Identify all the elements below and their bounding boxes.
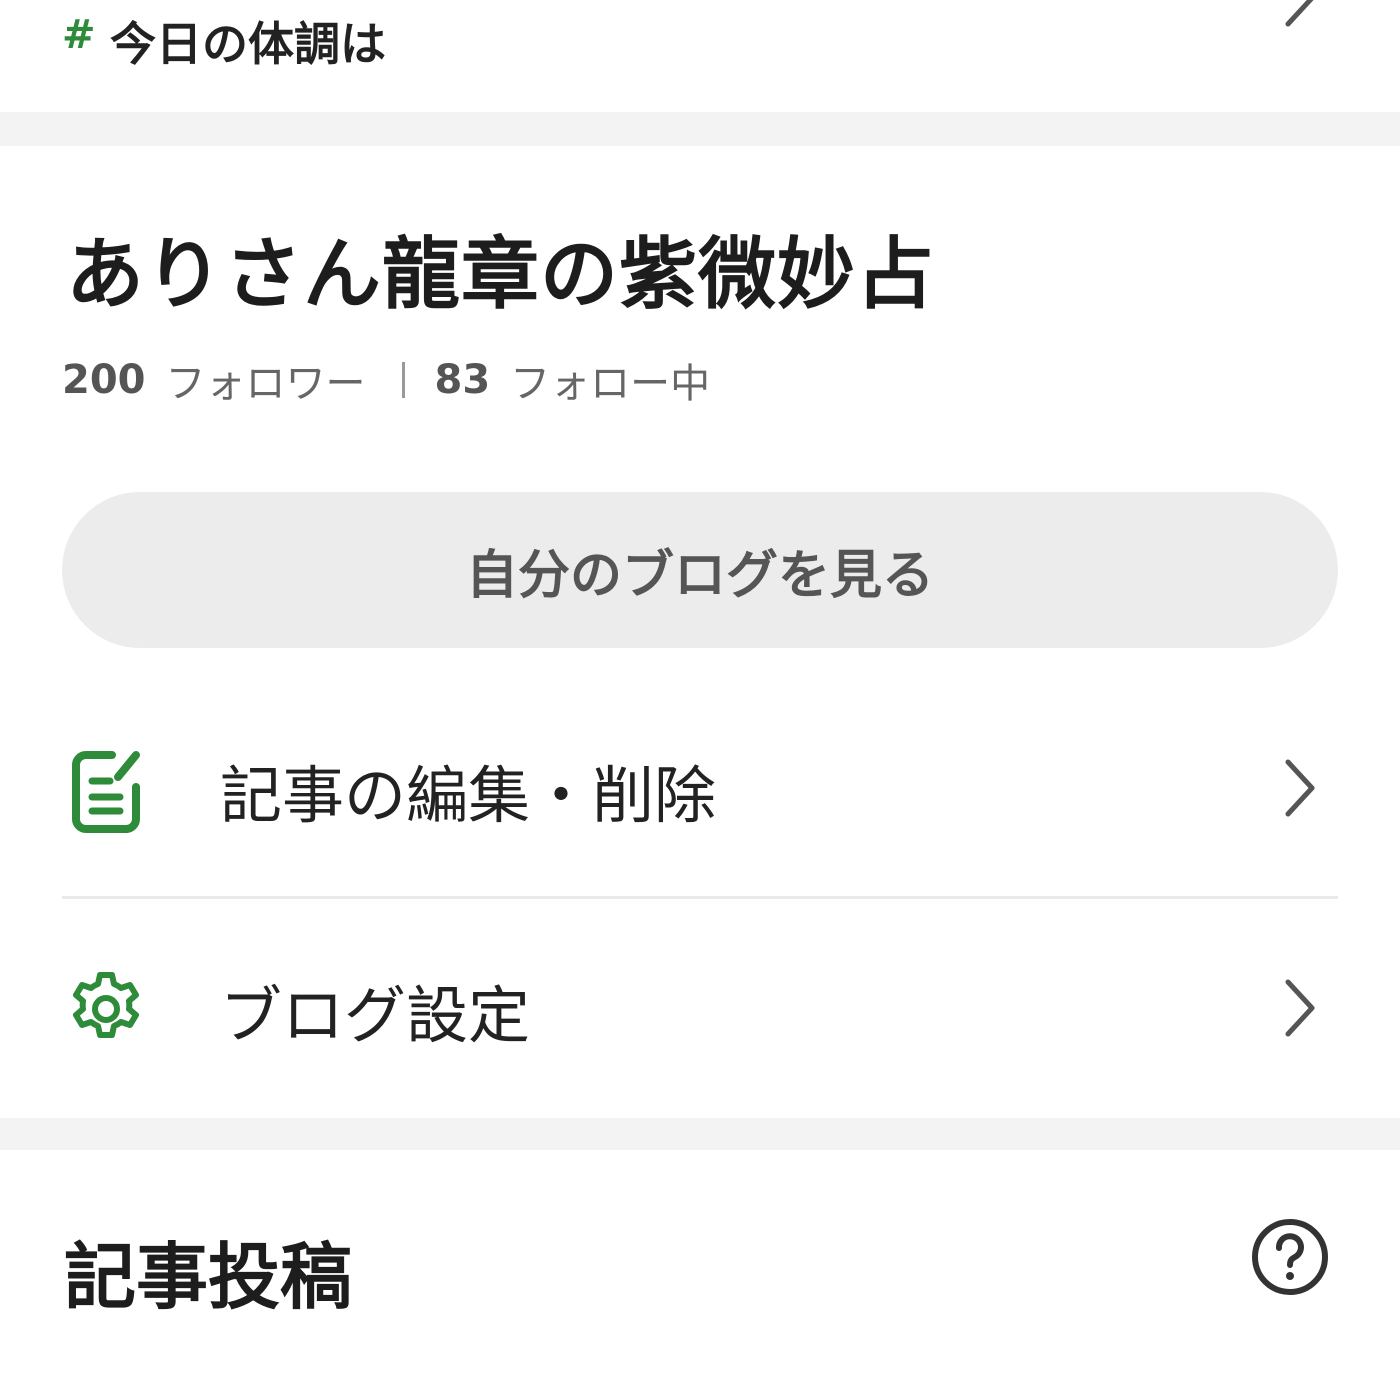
section-divider [0, 1118, 1400, 1150]
following-count[interactable]: 83 [435, 357, 491, 403]
hashtag-label: 今日の体調は [110, 17, 386, 71]
hashtag-symbol: # [62, 12, 96, 58]
menu-item-label: 記事の編集・削除 [220, 759, 717, 832]
chevron-right-icon [1280, 756, 1320, 824]
menu-item-edit-delete-articles[interactable]: 記事の編集・削除 [0, 715, 1400, 865]
stats-separator [401, 362, 405, 398]
followers-label[interactable]: フォロワー [166, 351, 366, 409]
row-divider [62, 896, 1338, 899]
blog-title: ありさん龍章の紫微妙占 [66, 230, 936, 320]
menu-item-blog-settings[interactable]: ブログ設定 [0, 935, 1400, 1085]
post-article-section-title: 記事投稿 [64, 1235, 353, 1319]
chevron-right-icon [1280, 976, 1320, 1044]
following-label[interactable]: フォロー中 [510, 351, 710, 409]
followers-count[interactable]: 200 [62, 357, 146, 403]
edit-document-icon [66, 747, 150, 839]
section-divider [0, 112, 1400, 146]
menu-item-label: ブログ設定 [220, 979, 531, 1052]
hashtag-row[interactable]: # 今日の体調は [0, 0, 1400, 112]
follow-stats: 200 フォロワー 83 フォロー中 [62, 350, 710, 410]
blog-menu-page: # 今日の体調は ありさん龍章の紫微妙占 200 フォロワー 83 フォロー中 … [0, 0, 1400, 1400]
gear-icon [66, 969, 146, 1053]
help-circle-icon[interactable] [1250, 1217, 1330, 1301]
view-my-blog-button[interactable]: 自分のブログを見る [62, 492, 1338, 648]
chevron-right-icon [1280, 0, 1320, 34]
